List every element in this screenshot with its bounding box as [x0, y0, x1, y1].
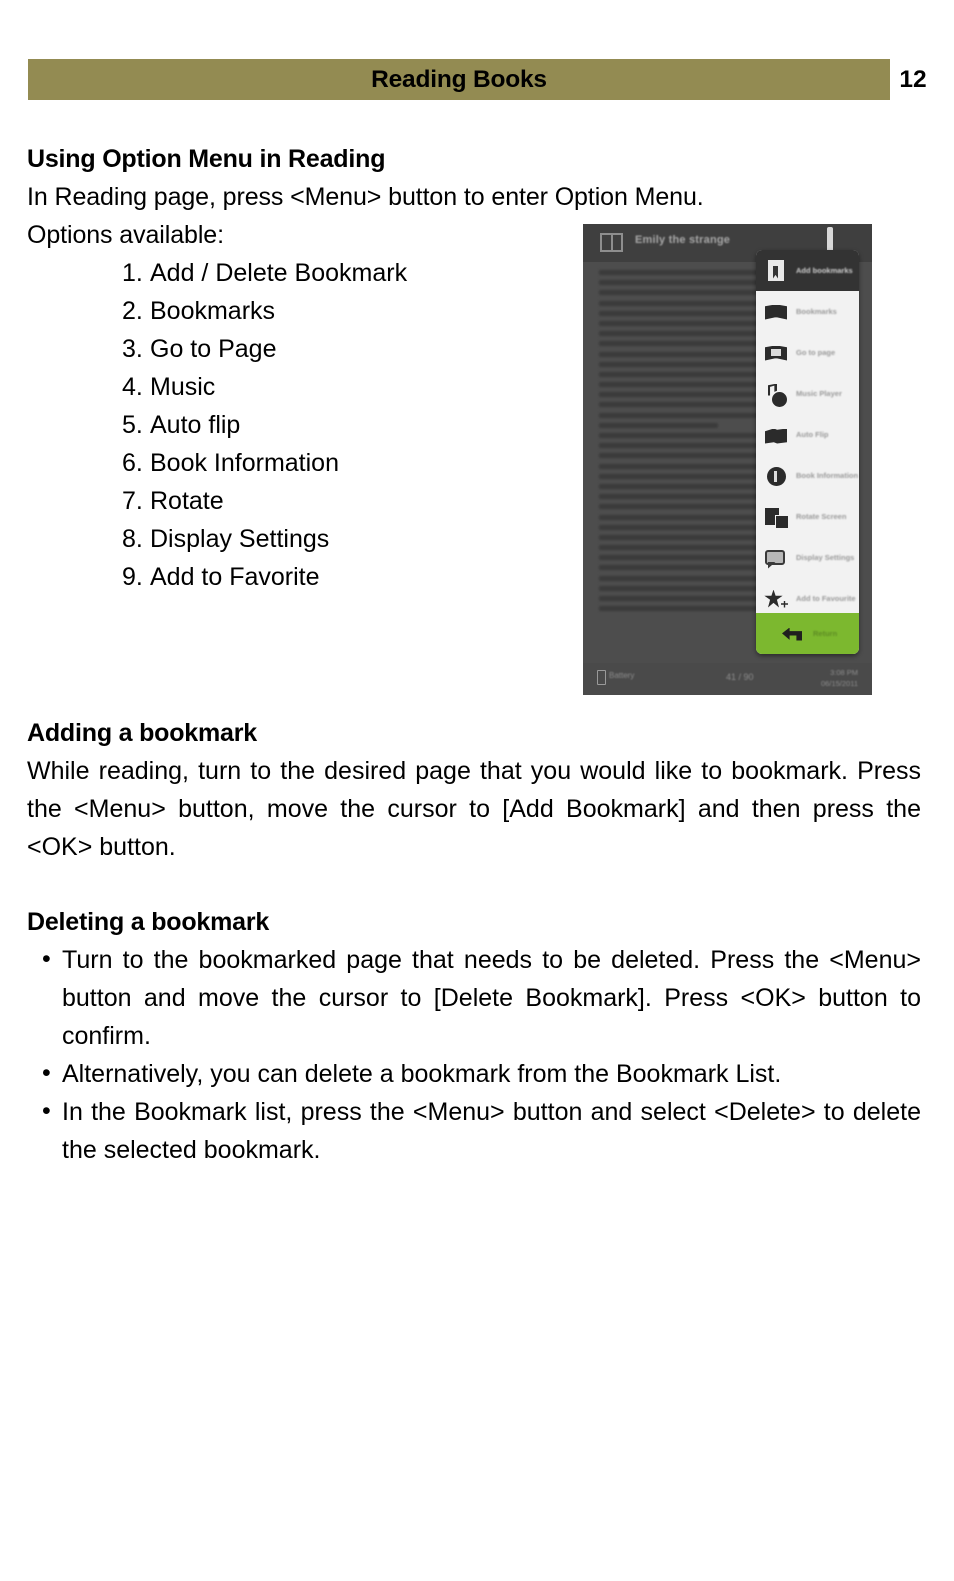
menu-item-label: Add bookmarks [796, 266, 853, 275]
device-screenshot-figure: Emily the strange Add bookmarks Bookmark… [583, 224, 872, 695]
book-icon [600, 233, 623, 252]
list-item-number: 2. [122, 297, 143, 325]
list-item-number: 7. [122, 487, 143, 515]
menu-item-label: Go to page [796, 348, 836, 357]
list-item-label: Go to Page [150, 335, 277, 363]
menu-item-bookmarks[interactable]: Bookmarks [756, 291, 859, 332]
section-heading-deleting-bookmark: Deleting a bookmark [27, 908, 270, 936]
adding-bookmark-body: While reading, turn to the desired page … [27, 757, 921, 861]
list-item-label: Bookmarks [150, 297, 276, 325]
section-heading-adding-bookmark: Adding a bookmark [27, 719, 257, 747]
list-item-number: 6. [122, 449, 143, 477]
list-item-number: 1. [122, 259, 143, 287]
list-item-label: Music [150, 373, 216, 401]
list-item-number: 9. [122, 563, 143, 591]
page-number: 12 [899, 66, 927, 93]
menu-item-book-information[interactable]: Book Information [756, 455, 859, 496]
list-item-label: Rotate [150, 487, 224, 515]
menu-item-label: Display Settings [796, 553, 855, 562]
menu-return-button[interactable]: Return [756, 613, 859, 654]
return-arrow-icon [782, 621, 804, 647]
device-page-info: 41 / 90 [726, 672, 754, 682]
menu-item-label: Auto Flip [796, 430, 829, 439]
page-header: Reading Books 12 [0, 59, 954, 100]
bookmarks-icon [763, 299, 789, 325]
list-item-number: 3. [122, 335, 143, 363]
menu-item-label: Add to Favourite [796, 594, 856, 603]
battery-icon [597, 670, 606, 685]
device-option-menu[interactable]: Add bookmarks Bookmarks Go to page Music… [756, 250, 859, 654]
add-bookmark-icon [763, 258, 789, 284]
section-adding-bookmark: Adding a bookmark While reading, turn to… [27, 714, 921, 866]
menu-item-label: Rotate Screen [796, 512, 847, 521]
device-book-title: Emily the strange [635, 234, 731, 246]
rotate-screen-icon [763, 504, 789, 530]
list-item-number: 4. [122, 373, 143, 401]
section-deleting-bookmark: Deleting a bookmark Turn to the bookmark… [27, 903, 921, 1169]
menu-item-rotate-screen[interactable]: Rotate Screen [756, 496, 859, 537]
list-item-number: 8. [122, 525, 143, 553]
menu-item-go-to-page[interactable]: Go to page [756, 332, 859, 373]
menu-item-auto-flip[interactable]: Auto Flip [756, 414, 859, 455]
goto-page-icon [763, 340, 789, 366]
battery-label: Battery [609, 671, 635, 680]
menu-item-label: Book Information [796, 471, 859, 480]
book-information-icon [763, 463, 789, 489]
menu-item-label: Bookmarks [796, 307, 837, 316]
section-heading-option-menu: Using Option Menu in Reading [27, 145, 386, 173]
list-item-label: Display Settings [150, 525, 330, 553]
page-title: Reading Books [371, 66, 547, 93]
device-time: 3:08 PM [830, 668, 858, 677]
list-item: Alternatively, you can delete a bookmark… [27, 1054, 921, 1093]
add-favourite-icon [763, 586, 789, 612]
list-item-label: Book Information [150, 449, 339, 477]
list-item-label: Auto flip [150, 411, 241, 439]
menu-item-display-settings[interactable]: Display Settings [756, 537, 859, 578]
menu-item-add-bookmark[interactable]: Add bookmarks [756, 250, 859, 291]
list-item-number: 5. [122, 411, 143, 439]
list-item: Turn to the bookmarked page that needs t… [27, 940, 921, 1055]
list-item-label: Add / Delete Bookmark [150, 259, 408, 287]
list-item-label: Add to Favorite [150, 563, 320, 591]
menu-item-label: Music Player [796, 389, 842, 398]
option-menu-intro: In Reading page, press <Menu> button to … [27, 183, 704, 211]
device-date: 06/15/2011 [821, 679, 858, 688]
auto-flip-icon [763, 422, 789, 448]
menu-item-music-player[interactable]: Music Player [756, 373, 859, 414]
music-player-icon [763, 381, 789, 407]
deleting-bookmark-bullets: Turn to the bookmarked page that needs t… [27, 940, 921, 1169]
menu-return-label: Return [813, 629, 838, 638]
display-settings-icon [763, 545, 789, 571]
list-item: In the Bookmark list, press the <Menu> b… [27, 1092, 921, 1169]
device-status-bar: Battery 41 / 90 3:08 PM 06/15/2011 [583, 663, 872, 695]
